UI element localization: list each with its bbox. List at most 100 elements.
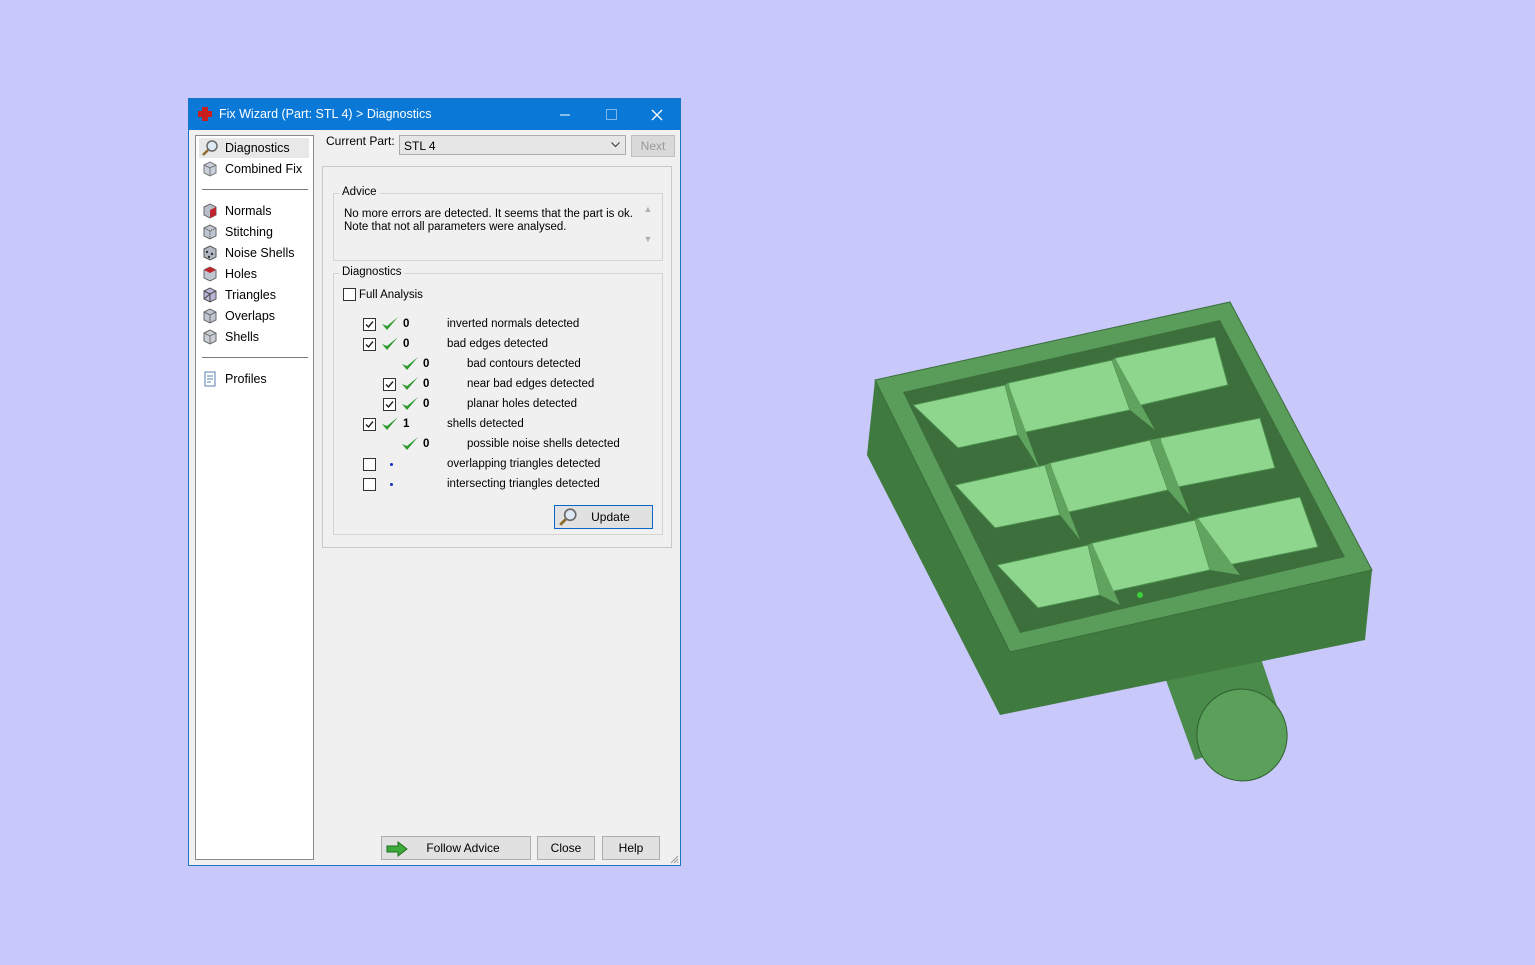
help-label: Help (618, 841, 644, 855)
row-label: bad contours detected (467, 358, 581, 370)
row-count: 0 (423, 438, 430, 450)
nav-item-normals[interactable]: Normals (199, 201, 309, 221)
near-bad-edges-checkbox[interactable] (383, 378, 396, 391)
wizard-nav: Diagnostics Combined Fix Normals Stitchi… (195, 135, 314, 860)
intersecting-triangles-checkbox[interactable] (363, 478, 376, 491)
shells-checkbox[interactable] (363, 418, 376, 431)
row-count: 0 (403, 318, 410, 330)
scroll-down-icon: ▼ (643, 234, 653, 244)
update-label: Update (591, 510, 630, 524)
nav-label: Diagnostics (225, 141, 290, 155)
nav-item-overlaps[interactable]: Overlaps (199, 306, 309, 326)
row-label: possible noise shells detected (467, 438, 620, 450)
nav-label: Normals (225, 204, 272, 218)
close-button[interactable]: Close (537, 836, 595, 860)
inverted-normals-checkbox[interactable] (363, 318, 376, 331)
window-title: Fix Wizard (Part: STL 4) > Diagnostics (219, 107, 432, 121)
current-part-select[interactable]: STL 4 (399, 135, 626, 155)
row-count: 0 (423, 378, 430, 390)
diagnostics-panel: Advice No more errors are detected. It s… (322, 166, 672, 548)
combined-fix-icon (203, 161, 217, 177)
advice-line-1: No more errors are detected. It seems th… (344, 208, 633, 220)
nav-item-shells[interactable]: Shells (199, 327, 309, 347)
minimize-icon (559, 114, 570, 116)
row-count: 0 (403, 338, 410, 350)
maximize-button[interactable] (588, 99, 634, 130)
nav-label: Profiles (225, 372, 267, 386)
app-cross-icon (198, 107, 212, 121)
nav-label: Stitching (225, 225, 273, 239)
noise-shells-icon (203, 245, 217, 261)
magnifier-icon (202, 140, 218, 156)
row-count: 1 (403, 418, 410, 430)
row-label: near bad edges detected (467, 378, 595, 390)
row-label: shells detected (447, 418, 524, 430)
nav-item-noise-shells[interactable]: Noise Shells (199, 243, 309, 263)
maximize-icon (605, 109, 617, 120)
advice-title: Advice (339, 186, 380, 198)
bad-edges-checkbox[interactable] (363, 338, 376, 351)
nav-item-stitching[interactable]: Stitching (199, 222, 309, 242)
overlaps-icon (203, 308, 217, 324)
next-button[interactable]: Next (631, 135, 675, 157)
advice-text: No more errors are detected. It seems th… (344, 208, 644, 248)
row-label: overlapping triangles detected (447, 458, 601, 470)
profiles-icon (204, 371, 216, 387)
holes-icon (203, 266, 217, 282)
row-count: 0 (423, 398, 430, 410)
full-analysis-checkbox[interactable] (343, 288, 356, 301)
nav-divider (202, 357, 308, 358)
row-label: inverted normals detected (447, 318, 580, 330)
ok-check-icon (402, 377, 418, 390)
full-analysis-label: Full Analysis (359, 289, 423, 301)
help-button[interactable]: Help (602, 836, 660, 860)
nav-label: Combined Fix (225, 162, 303, 176)
follow-advice-label: Follow Advice (426, 841, 500, 855)
close-window-button[interactable] (634, 99, 680, 130)
nav-label: Overlaps (225, 309, 276, 323)
nav-divider (202, 189, 308, 190)
magnifier-icon (559, 508, 577, 526)
part-3d-model[interactable] (850, 290, 1390, 790)
stitching-icon (203, 224, 217, 240)
diagnostics-title: Diagnostics (339, 266, 405, 278)
ok-check-icon (402, 357, 418, 370)
diagnostics-group: Diagnostics Full Analysis 0 inverted nor… (333, 266, 663, 535)
advice-line-2: Note that not all parameters were analys… (344, 221, 567, 233)
ok-check-icon (382, 337, 398, 350)
follow-advice-button[interactable]: Follow Advice (381, 836, 531, 860)
scroll-up-icon: ▲ (643, 204, 653, 214)
planar-holes-checkbox[interactable] (383, 398, 396, 411)
close-label: Close (550, 841, 582, 855)
nav-item-combined-fix[interactable]: Combined Fix (199, 159, 309, 179)
triangles-icon (203, 287, 217, 303)
arrow-right-icon (386, 841, 408, 857)
minimize-button[interactable] (542, 99, 588, 130)
advice-scrollbar[interactable]: ▲ ▼ (642, 204, 654, 256)
nav-item-holes[interactable]: Holes (199, 264, 309, 284)
row-label: bad edges detected (447, 338, 549, 350)
nav-label: Shells (225, 330, 260, 344)
ok-check-icon (402, 437, 418, 450)
normals-icon (203, 203, 217, 219)
resize-grip-icon[interactable] (669, 854, 679, 864)
nav-label: Holes (225, 267, 257, 281)
nav-label: Triangles (225, 288, 276, 302)
nav-item-triangles[interactable]: Triangles (199, 285, 309, 305)
fix-wizard-window: Fix Wizard (Part: STL 4) > Diagnostics D… (188, 98, 681, 866)
update-button[interactable]: Update (554, 505, 653, 529)
overlapping-triangles-checkbox[interactable] (363, 458, 376, 471)
model-marker-dot (1137, 592, 1143, 598)
shells-icon (203, 329, 217, 345)
next-label: Next (640, 139, 666, 153)
ok-check-icon (402, 397, 418, 410)
row-label: intersecting triangles detected (447, 478, 600, 490)
current-part-label: Current Part: (326, 134, 395, 148)
nav-item-diagnostics[interactable]: Diagnostics (199, 138, 309, 158)
nav-label: Noise Shells (225, 246, 295, 260)
current-part-value: STL 4 (404, 139, 436, 153)
title-bar[interactable]: Fix Wizard (Part: STL 4) > Diagnostics (189, 99, 680, 130)
row-count: 0 (423, 358, 430, 370)
nav-item-profiles[interactable]: Profiles (199, 369, 309, 389)
pending-dot-icon (390, 463, 393, 466)
